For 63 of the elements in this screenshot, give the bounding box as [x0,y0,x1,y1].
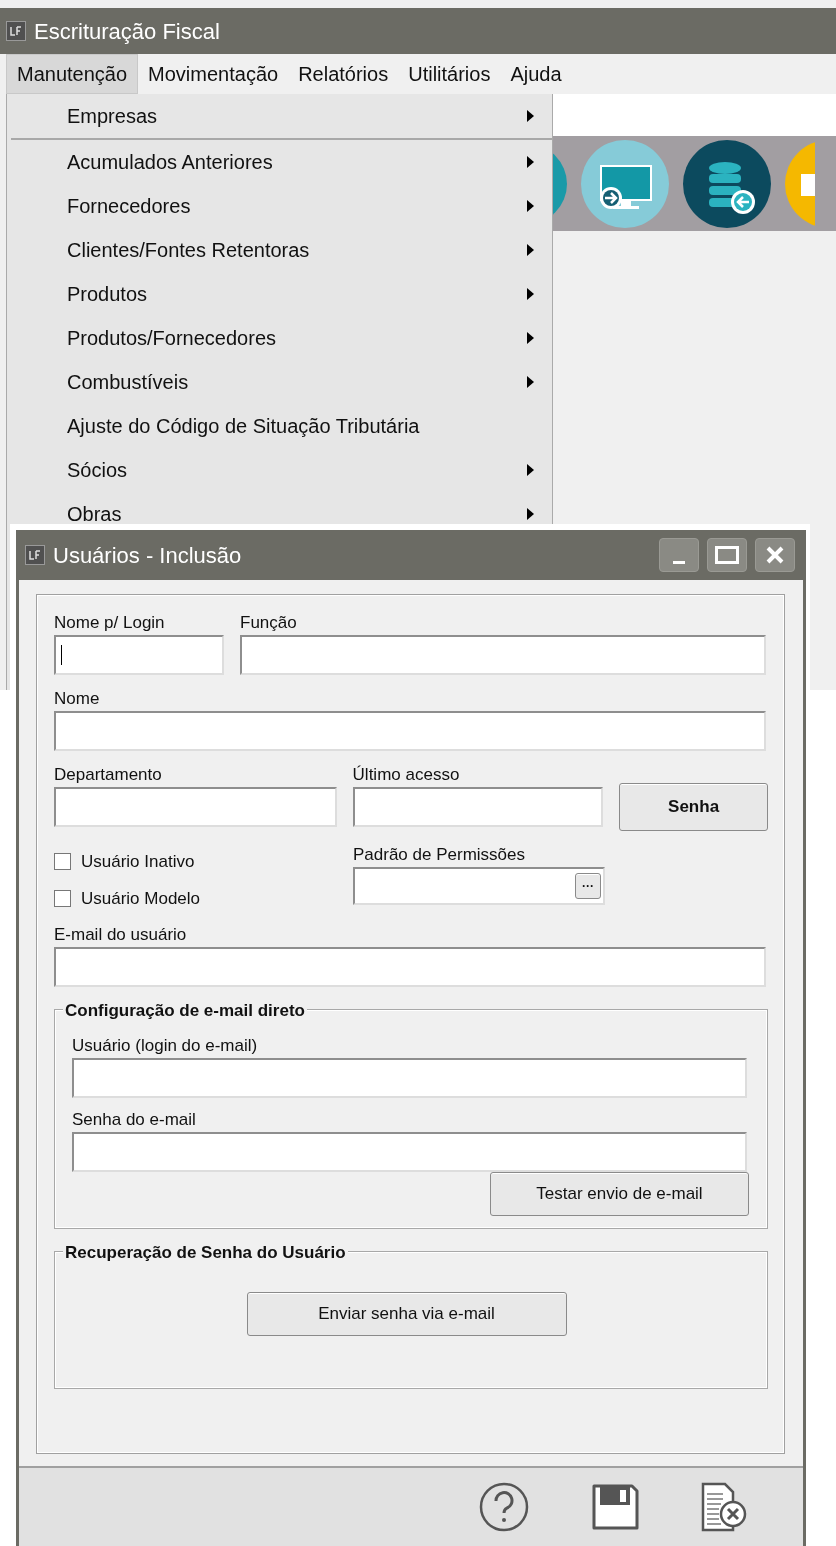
save-icon[interactable] [591,1483,639,1531]
menu-item[interactable]: Produtos/Fornecedores [7,316,552,360]
field-label: Nome p/ Login [54,613,166,633]
input-field[interactable] [54,787,337,827]
input-field[interactable] [352,787,604,827]
close-icon [766,546,784,564]
menu-bar-item[interactable]: Utilitários [398,55,501,93]
toolbar-icon[interactable] [785,139,815,228]
menu-bar-item[interactable]: Manutenção [6,54,139,94]
checkbox-label: Usuário Modelo [81,887,201,910]
close-button[interactable] [755,538,795,572]
submenu-arrow-icon [527,332,534,344]
field-label: E-mail do usuário [54,925,188,945]
window-title: Escrituração Fiscal [34,17,220,46]
help-icon[interactable] [479,1482,529,1532]
field-label: Senha do e-mail [72,1110,197,1130]
menu-item[interactable]: Clientes/Fontes Retentoras [7,228,552,272]
submenu-arrow-icon [527,110,534,122]
field-label: Último acesso [352,765,461,785]
maximize-button[interactable] [707,538,747,572]
input-field[interactable] [54,635,224,675]
menu-bar-item[interactable]: Relatórios [288,55,399,93]
field-label: Função [240,613,298,633]
field-label: Padrão de Permissões [353,845,526,865]
send-password-button[interactable]: Enviar senha via e-mail [246,1292,567,1336]
menu-item[interactable]: Sócios [7,448,552,492]
submenu-arrow-icon [527,288,534,300]
menu-item[interactable]: Combustíveis [7,360,552,404]
test-email-button[interactable]: Testar envio de e-mail [490,1172,749,1216]
submenu-arrow-icon [527,156,534,168]
checkbox[interactable] [54,853,71,871]
input-field[interactable] [72,1058,747,1098]
maximize-icon [715,546,739,564]
submenu-arrow-icon [527,376,534,388]
minimize-icon [673,560,685,564]
menu-item[interactable]: Acumulados Anteriores [7,140,552,184]
field-label: Departamento [54,765,163,785]
checkbox-label: Usuário Inativo [81,851,195,873]
submenu-arrow-icon [527,200,534,212]
lookup-field[interactable]: ··· [353,867,605,905]
menu-bar-item[interactable]: Movimentação [138,55,289,93]
dialog-title: Usuários - Inclusão [53,541,243,570]
browse-button[interactable]: ··· [575,873,601,899]
minimize-button[interactable] [659,538,699,572]
text-cursor [61,645,62,665]
menu-bar-item[interactable]: Ajuda [500,55,572,93]
input-field[interactable] [240,635,766,675]
input-field[interactable] [54,711,766,751]
menu-item[interactable]: Produtos [7,272,552,316]
checkbox[interactable] [54,889,71,907]
input-field[interactable] [72,1132,747,1172]
field-label: Nome [54,689,101,709]
menu-item[interactable]: Ajuste do Código de Situação Tributária [7,404,552,448]
submenu-arrow-icon [527,464,534,476]
input-field[interactable] [54,947,766,987]
field-label: Usuário (login do e-mail) [72,1036,259,1056]
app-logo-icon [6,21,26,41]
document-delete-icon[interactable] [701,1482,747,1532]
menu-item[interactable]: Fornecedores [7,184,552,228]
submenu-arrow-icon [527,244,534,256]
menu-item[interactable]: Empresas [11,94,552,140]
senha-button[interactable]: Senha [619,783,768,831]
app-logo-icon [25,545,45,565]
